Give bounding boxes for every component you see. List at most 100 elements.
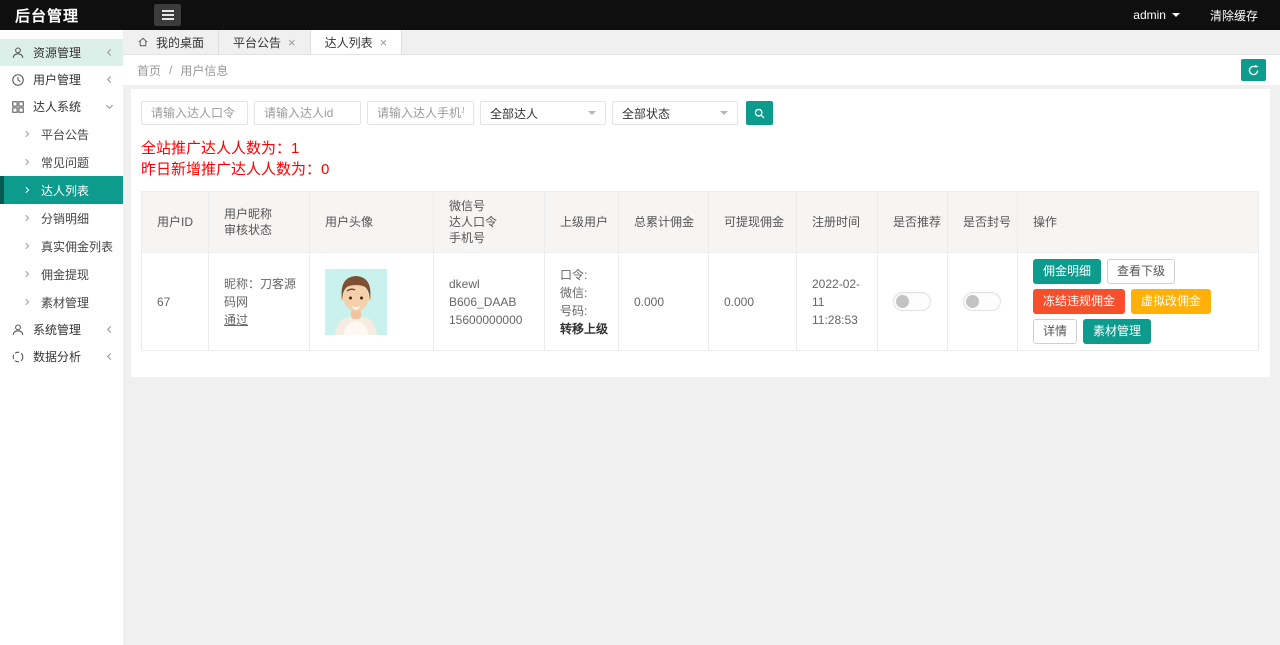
sidebar-toggle-button[interactable] [154,4,181,26]
cell-parent-user: 口令: 微信: 号码: 转移上级 [545,253,619,351]
audit-status-link[interactable]: 通过 [224,313,248,327]
cell-total-commission: 0.000 [619,253,709,351]
sidebar-item-expert-system[interactable]: 达人系统 [0,93,123,120]
sidebar-item-resource-management[interactable]: 资源管理 [0,39,123,66]
col-user-id: 用户ID [142,192,209,253]
sidebar-subitem-platform-announcement[interactable]: 平台公告 [0,120,123,148]
details-button[interactable]: 详情 [1033,319,1077,344]
sidebar-item-data-analysis[interactable]: 数据分析 [0,343,123,370]
breadcrumb-home-link[interactable]: 首页 [137,62,161,79]
chevron-left-icon [105,48,114,57]
avatar [325,269,387,335]
nickname-text: 昵称：刀客源码网 [224,275,304,311]
sidebar-subitem-label: 素材管理 [41,294,89,311]
breadcrumb-separator: / [169,63,172,77]
app-title: 后台管理 [0,5,123,26]
breadcrumb: 首页 / 用户信息 [137,62,228,79]
stat-new-experts-yesterday: 昨日新增推广达人人数为：0 [141,159,1260,180]
col-register-time: 注册时间 [797,192,878,253]
col-total-commission: 总累计佣金 [619,192,709,253]
close-icon[interactable]: × [380,36,388,49]
register-clock: 11:28:53 [812,311,872,329]
col-banned: 是否封号 [948,192,1018,253]
col-avatar: 用户头像 [310,192,434,253]
user-menu[interactable]: admin [1133,8,1180,22]
col-actions: 操作 [1018,192,1259,253]
sidebar-item-user-management[interactable]: 用户管理 [0,66,123,93]
sidebar-subitem-faq[interactable]: 常见问题 [0,148,123,176]
parent-wechat-label: 微信: [560,284,613,302]
sidebar-item-system-management[interactable]: 系统管理 [0,316,123,343]
status-select-value: 全部状态 [622,105,670,122]
chevron-down-icon [105,102,114,111]
sidebar-subitem-label: 常见问题 [41,154,89,171]
tab-platform-announcement[interactable]: 平台公告 × [219,30,311,54]
filter-bar: 全部达人 全部状态 [141,101,1260,125]
grid-icon [11,100,25,114]
expert-phone-input[interactable] [367,101,474,125]
sidebar-subitem-real-commission-list[interactable]: 真实佣金列表 [0,232,123,260]
cell-withdrawable-commission: 0.000 [709,253,797,351]
expert-type-select[interactable]: 全部达人 [480,101,606,125]
table-header-row: 用户ID 用户昵称审核状态 用户头像 微信号达人口令手机号 上级用户 总累计佣金… [142,192,1259,253]
expert-id-input[interactable] [254,101,361,125]
sidebar-subitem-label: 真实佣金列表 [41,238,113,255]
transfer-parent-link[interactable]: 转移上级 [560,322,608,336]
expert-code-input[interactable] [141,101,248,125]
sidebar-subitem-label: 平台公告 [41,126,89,143]
status-select[interactable]: 全部状态 [612,101,738,125]
recommend-toggle[interactable] [893,292,931,311]
parent-code-label: 口令: [560,266,613,284]
material-manage-button[interactable]: 素材管理 [1083,319,1151,344]
toggle-knob [896,295,909,308]
sidebar-subitem-material-management[interactable]: 素材管理 [0,288,123,316]
home-icon [137,36,149,48]
freeze-violation-commission-button[interactable]: 冻结违规佣金 [1033,289,1125,314]
circle-icon [11,350,25,364]
sidebar-item-label: 达人系统 [33,98,105,115]
sidebar-subitem-label: 佣金提现 [41,266,89,283]
chevron-down-icon [720,111,728,119]
expert-code: B606_DAAB [449,293,539,311]
chevron-left-icon [105,75,114,84]
sidebar-subitem-commission-withdraw[interactable]: 佣金提现 [0,260,123,288]
chevron-right-icon [23,242,31,250]
hamburger-icon [162,8,174,22]
ban-toggle[interactable] [963,292,1001,311]
sidebar-item-label: 用户管理 [33,71,105,88]
sidebar-subitem-expert-list[interactable]: 达人列表 [0,176,123,204]
breadcrumb-current: 用户信息 [180,62,228,79]
view-subordinates-button[interactable]: 查看下级 [1107,259,1175,284]
commission-detail-button[interactable]: 佣金明细 [1033,259,1101,284]
chevron-right-icon [23,214,31,222]
wechat-id: dkewl [449,275,539,293]
cell-wechat-code-phone: dkewl B606_DAAB 15600000000 [434,253,545,351]
tab-label: 我的桌面 [156,34,204,51]
clear-cache-button[interactable]: 清除缓存 [1210,7,1258,24]
search-icon [753,107,766,120]
table-row: 67 昵称：刀客源码网 通过 [142,253,1259,351]
chevron-down-icon [588,111,596,119]
promo-stats: 全站推广达人人数为：1 昨日新增推广达人人数为：0 [141,138,1260,180]
refresh-button[interactable] [1241,59,1266,81]
cell-recommended [878,253,948,351]
stat-total-experts: 全站推广达人人数为：1 [141,138,1260,159]
tab-label: 平台公告 [233,34,281,51]
sidebar: 资源管理 用户管理 达人系统 [0,30,123,645]
phone-number: 15600000000 [449,311,539,329]
search-button[interactable] [746,101,773,125]
tab-my-desktop[interactable]: 我的桌面 [123,30,219,54]
tab-expert-list[interactable]: 达人列表 × [311,30,403,54]
chevron-right-icon [23,270,31,278]
user-icon [11,46,25,60]
sidebar-subitem-distribution-detail[interactable]: 分销明细 [0,204,123,232]
virtual-edit-commission-button[interactable]: 虚拟改佣金 [1131,289,1211,314]
chevron-right-icon [23,298,31,306]
chevron-down-icon [1172,13,1180,21]
experts-table: 用户ID 用户昵称审核状态 用户头像 微信号达人口令手机号 上级用户 总累计佣金… [141,191,1259,351]
chevron-right-icon [23,130,31,138]
user-icon [11,323,25,337]
cell-avatar [310,253,434,351]
close-icon[interactable]: × [288,36,296,49]
cell-actions: 佣金明细 查看下级 冻结违规佣金 虚拟改佣金 详情 素材管理 [1018,253,1259,351]
